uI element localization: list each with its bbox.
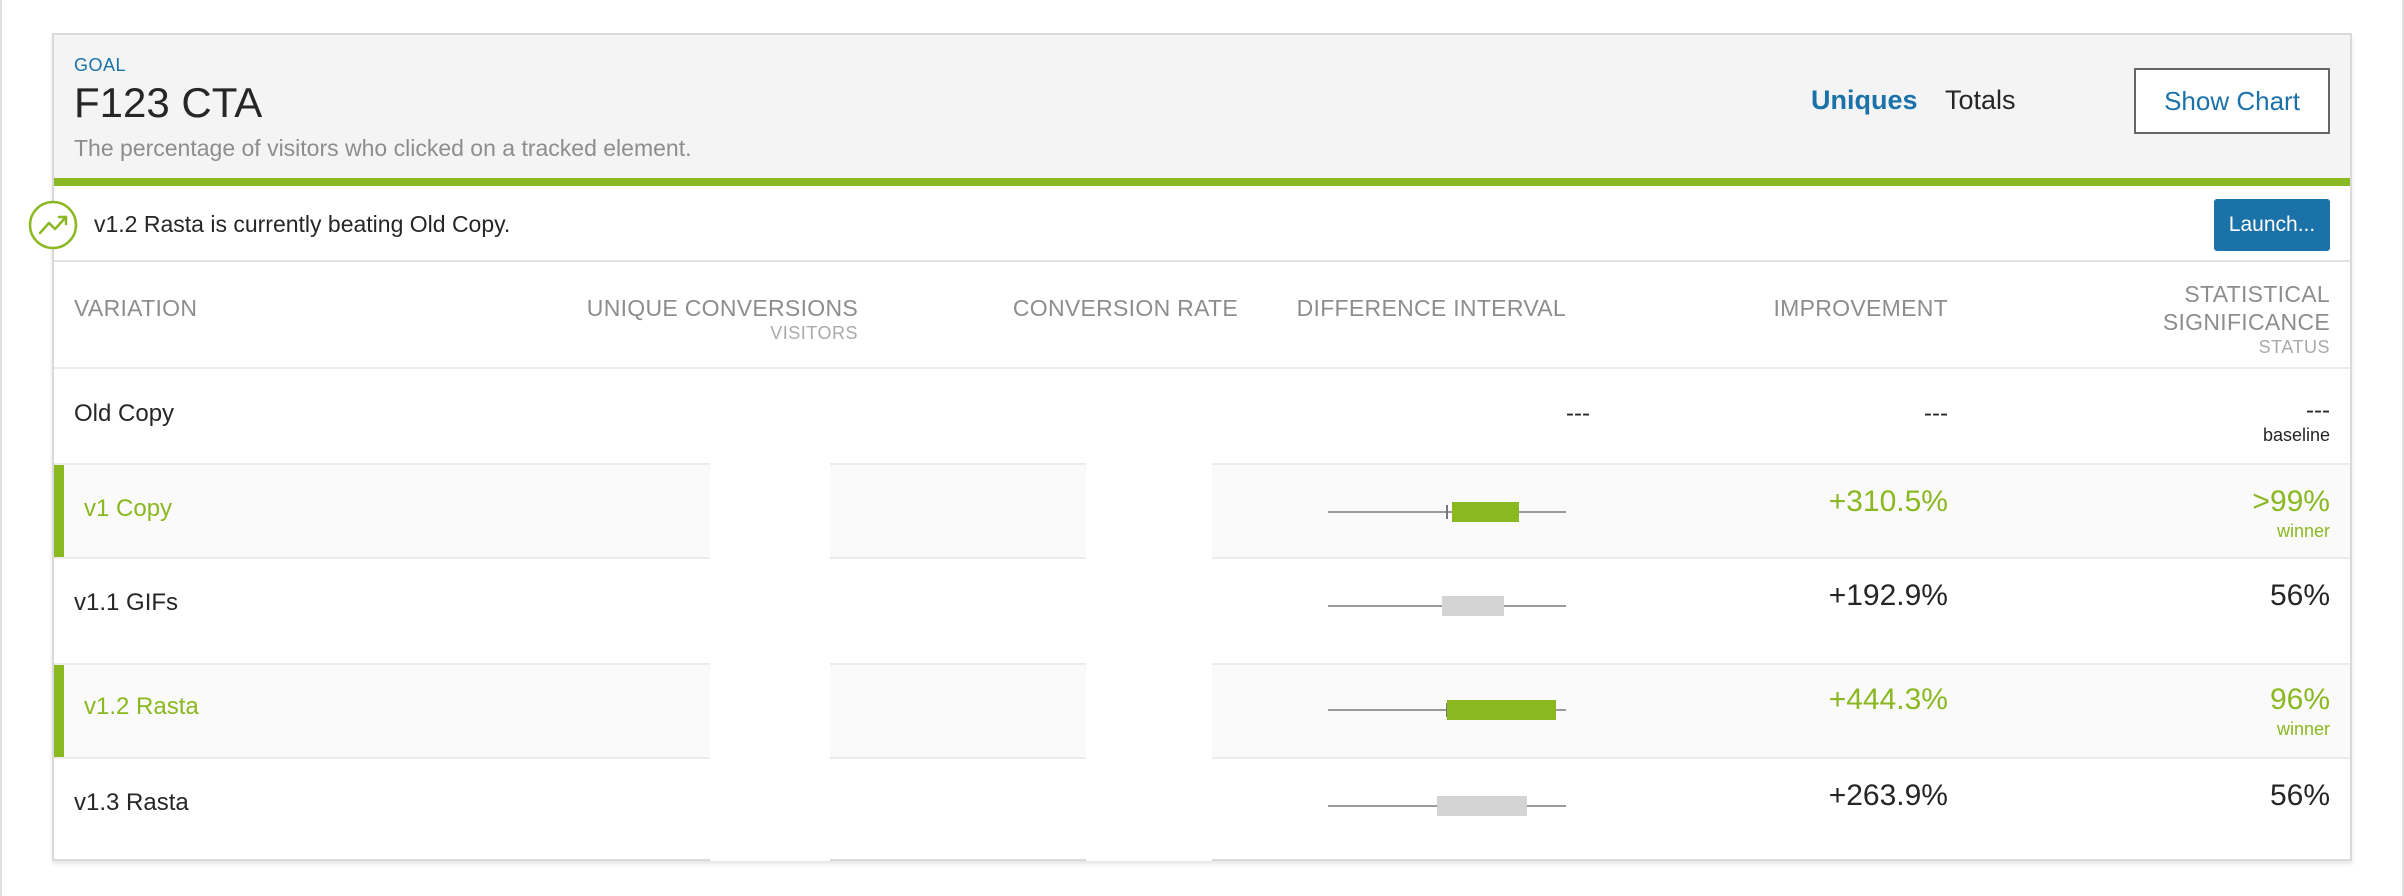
goal-header: GOAL F123 CTA The percentage of visitors…	[54, 35, 2350, 186]
significance-value: 56%	[2269, 779, 2330, 812]
redacted-conversion-rate-column	[1086, 369, 1212, 861]
status-label: baseline	[2262, 425, 2330, 445]
significance-value: 56%	[2269, 579, 2330, 612]
interval-box	[1447, 700, 1556, 720]
variation-name: Old Copy	[74, 400, 175, 427]
column-header-conversion-rate: CONVERSION RATE	[1012, 295, 1238, 321]
column-header-improvement: IMPROVEMENT	[1773, 295, 1948, 321]
column-header-difference-interval: DIFFERENCE INTERVAL	[1296, 295, 1566, 321]
banner-message: v1.2 Rasta is currently beating Old Copy…	[94, 211, 511, 237]
column-header-unique-conversions: UNIQUE CONVERSIONS	[586, 295, 858, 321]
significance-value: ---	[2306, 397, 2330, 424]
difference-interval-value: ---	[1566, 400, 1590, 427]
interval-box	[1442, 596, 1504, 616]
significance-value: 96%	[2269, 683, 2330, 716]
interval-box	[1452, 502, 1519, 522]
winner-accent	[54, 665, 64, 757]
improvement-value: +444.3%	[1828, 683, 1948, 716]
column-header-variation: VARIATION	[74, 295, 198, 321]
winner-banner: v1.2 Rasta is currently beating Old Copy…	[28, 186, 2350, 262]
goal-description: The percentage of visitors who clicked o…	[74, 135, 692, 161]
column-header-significance: SIGNIFICANCE	[2162, 309, 2330, 335]
column-subheader-status: STATUS	[2258, 337, 2330, 357]
variation-name: v1.2 Rasta	[84, 693, 199, 720]
column-header-statistical: STATISTICAL	[2184, 281, 2330, 307]
improvement-value: +310.5%	[1828, 485, 1948, 518]
show-chart-button[interactable]: Show Chart	[2134, 68, 2330, 134]
tab-totals[interactable]: Totals	[1945, 85, 2016, 116]
improvement-value: ---	[1924, 400, 1948, 427]
goal-label: GOAL	[74, 55, 127, 75]
goal-title: F123 CTA	[74, 79, 263, 126]
improvement-value: +192.9%	[1828, 579, 1948, 612]
winner-accent	[54, 465, 64, 557]
interval-zero-tick	[1446, 505, 1448, 519]
interval-box	[1437, 796, 1527, 816]
status-label: winner	[2276, 719, 2330, 739]
difference-interval	[1328, 795, 1566, 817]
redacted-visitors-column	[710, 369, 830, 861]
difference-interval	[1328, 501, 1566, 523]
variation-name: v1.3 Rasta	[74, 789, 189, 816]
tab-uniques[interactable]: Uniques	[1811, 85, 1918, 116]
column-subheader-visitors: VISITORS	[770, 323, 858, 343]
improvement-value: +263.9%	[1828, 779, 1948, 812]
results-card: GOAL F123 CTA The percentage of visitors…	[28, 33, 2352, 861]
launch-button[interactable]: Launch...	[2214, 199, 2330, 251]
variation-name: v1.1 GIFs	[74, 589, 179, 616]
difference-interval	[1328, 595, 1566, 617]
page-edge-left	[0, 0, 2, 896]
status-label: winner	[2276, 521, 2330, 541]
variation-name: v1 Copy	[84, 495, 173, 522]
difference-interval	[1328, 699, 1566, 721]
trending-up-icon	[28, 200, 78, 250]
significance-value: >99%	[2252, 485, 2330, 518]
